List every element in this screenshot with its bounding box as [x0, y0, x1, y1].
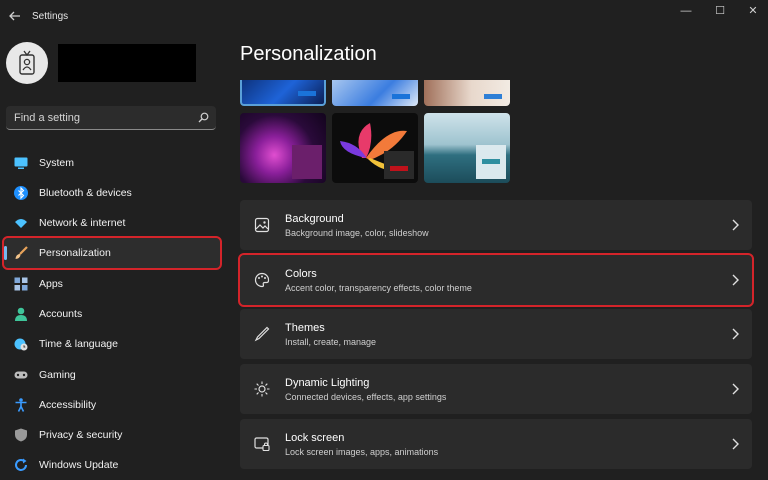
theme-accent-swatch — [390, 166, 408, 171]
avatar[interactable] — [6, 42, 48, 84]
theme-accent-swatch — [298, 91, 316, 96]
sidebar-item-gaming[interactable]: Gaming — [4, 360, 220, 390]
sidebar-item-label: Windows Update — [39, 459, 119, 471]
bluetooth-icon — [14, 186, 28, 200]
card-subtitle: Background image, color, slideshow — [285, 228, 429, 238]
close-button[interactable]: ✕ — [739, 4, 767, 18]
search-placeholder: Find a setting — [14, 112, 81, 124]
search-input[interactable]: Find a setting — [6, 106, 216, 130]
pen-icon — [254, 326, 270, 342]
shield-icon — [15, 428, 27, 442]
sidebar-item-label: Apps — [39, 278, 63, 290]
theme-thumbnail-glow[interactable] — [240, 113, 326, 183]
card-themes[interactable]: Themes Install, create, manage — [240, 309, 752, 359]
theme-thumbnail-captured-motion[interactable] — [424, 80, 510, 106]
globe-clock-icon — [14, 338, 28, 351]
theme-gallery — [240, 80, 510, 184]
card-title: Colors — [285, 268, 317, 280]
gamepad-icon — [14, 371, 28, 379]
theme-thumbnail-windows-bloom-light[interactable] — [332, 80, 418, 106]
minimize-button[interactable]: — — [672, 4, 700, 18]
theme-window-preview — [476, 145, 506, 179]
card-lock-screen[interactable]: Lock screen Lock screen images, apps, an… — [240, 419, 752, 469]
chevron-right-icon — [732, 328, 739, 340]
sidebar-item-label: System — [39, 157, 75, 169]
sidebar-item-system[interactable]: System — [4, 148, 220, 178]
page-title: Personalization — [240, 43, 377, 65]
card-subtitle: Install, create, manage — [285, 337, 377, 347]
redacted-account-name — [58, 44, 196, 82]
lock-screen-icon — [254, 437, 270, 452]
card-title: Dynamic Lighting — [285, 377, 370, 389]
card-colors[interactable]: Colors Accent color, transparency effect… — [238, 253, 754, 307]
accessibility-icon — [15, 398, 27, 412]
chevron-right-icon — [732, 438, 739, 450]
card-background[interactable]: Background Background image, color, slid… — [240, 200, 752, 250]
sidebar-item-label: Gaming — [39, 369, 76, 381]
sidebar-item-label: Personalization — [39, 247, 111, 259]
sidebar-item-personalization[interactable]: Personalization — [2, 236, 222, 270]
chevron-right-icon — [732, 383, 739, 395]
monitor-icon — [14, 157, 28, 169]
sidebar-item-time-language[interactable]: Time & language — [4, 329, 220, 359]
sidebar-item-label: Privacy & security — [39, 429, 123, 441]
paintbrush-icon — [15, 246, 28, 259]
sidebar-item-label: Accounts — [39, 308, 83, 320]
update-icon — [15, 458, 27, 471]
theme-thumbnail-windows-bloom-dark[interactable] — [240, 80, 326, 106]
back-arrow-icon[interactable] — [8, 9, 22, 23]
title-bar: Settings — ☐ ✕ — [0, 0, 768, 34]
card-title: Lock screen — [285, 432, 345, 444]
card-subtitle: Accent color, transparency effects, colo… — [285, 283, 472, 293]
card-title: Themes — [285, 322, 325, 334]
sidebar-item-label: Time & language — [39, 338, 118, 350]
apps-icon — [14, 277, 28, 291]
sidebar-item-label: Network & internet — [39, 217, 126, 229]
person-icon — [15, 307, 27, 321]
theme-accent-swatch — [484, 94, 502, 99]
lighting-icon — [254, 381, 270, 397]
card-dynamic-lighting[interactable]: Dynamic Lighting Connected devices, effe… — [240, 364, 752, 414]
selection-indicator — [4, 246, 7, 260]
theme-accent-swatch — [292, 145, 322, 179]
wifi-icon — [15, 219, 27, 228]
image-icon — [254, 217, 270, 233]
card-subtitle: Connected devices, effects, app settings — [285, 392, 447, 402]
theme-accent-swatch — [392, 94, 410, 99]
sidebar-item-privacy-security[interactable]: Privacy & security — [4, 420, 220, 450]
theme-thumbnail-flow[interactable] — [424, 113, 510, 183]
chevron-right-icon — [732, 274, 739, 286]
sidebar-item-network[interactable]: Network & internet — [4, 208, 220, 238]
search-icon — [198, 112, 209, 123]
sidebar-item-accessibility[interactable]: Accessibility — [4, 390, 220, 420]
palette-icon — [254, 272, 270, 288]
card-title: Background — [285, 213, 344, 225]
sidebar-item-accounts[interactable]: Accounts — [4, 299, 220, 329]
chevron-right-icon — [732, 219, 739, 231]
sidebar-item-label: Accessibility — [39, 399, 97, 411]
theme-thumbnail-captured-motion-flower[interactable] — [332, 113, 418, 183]
badge-icon — [19, 50, 35, 75]
theme-accent-swatch — [482, 159, 500, 164]
window-title: Settings — [32, 11, 69, 22]
card-subtitle: Lock screen images, apps, animations — [285, 447, 439, 457]
sidebar-item-label: Bluetooth & devices — [39, 187, 132, 199]
sidebar-item-bluetooth[interactable]: Bluetooth & devices — [4, 178, 220, 208]
maximize-button[interactable]: ☐ — [706, 4, 734, 18]
theme-window-preview — [384, 151, 414, 179]
sidebar-item-apps[interactable]: Apps — [4, 269, 220, 299]
